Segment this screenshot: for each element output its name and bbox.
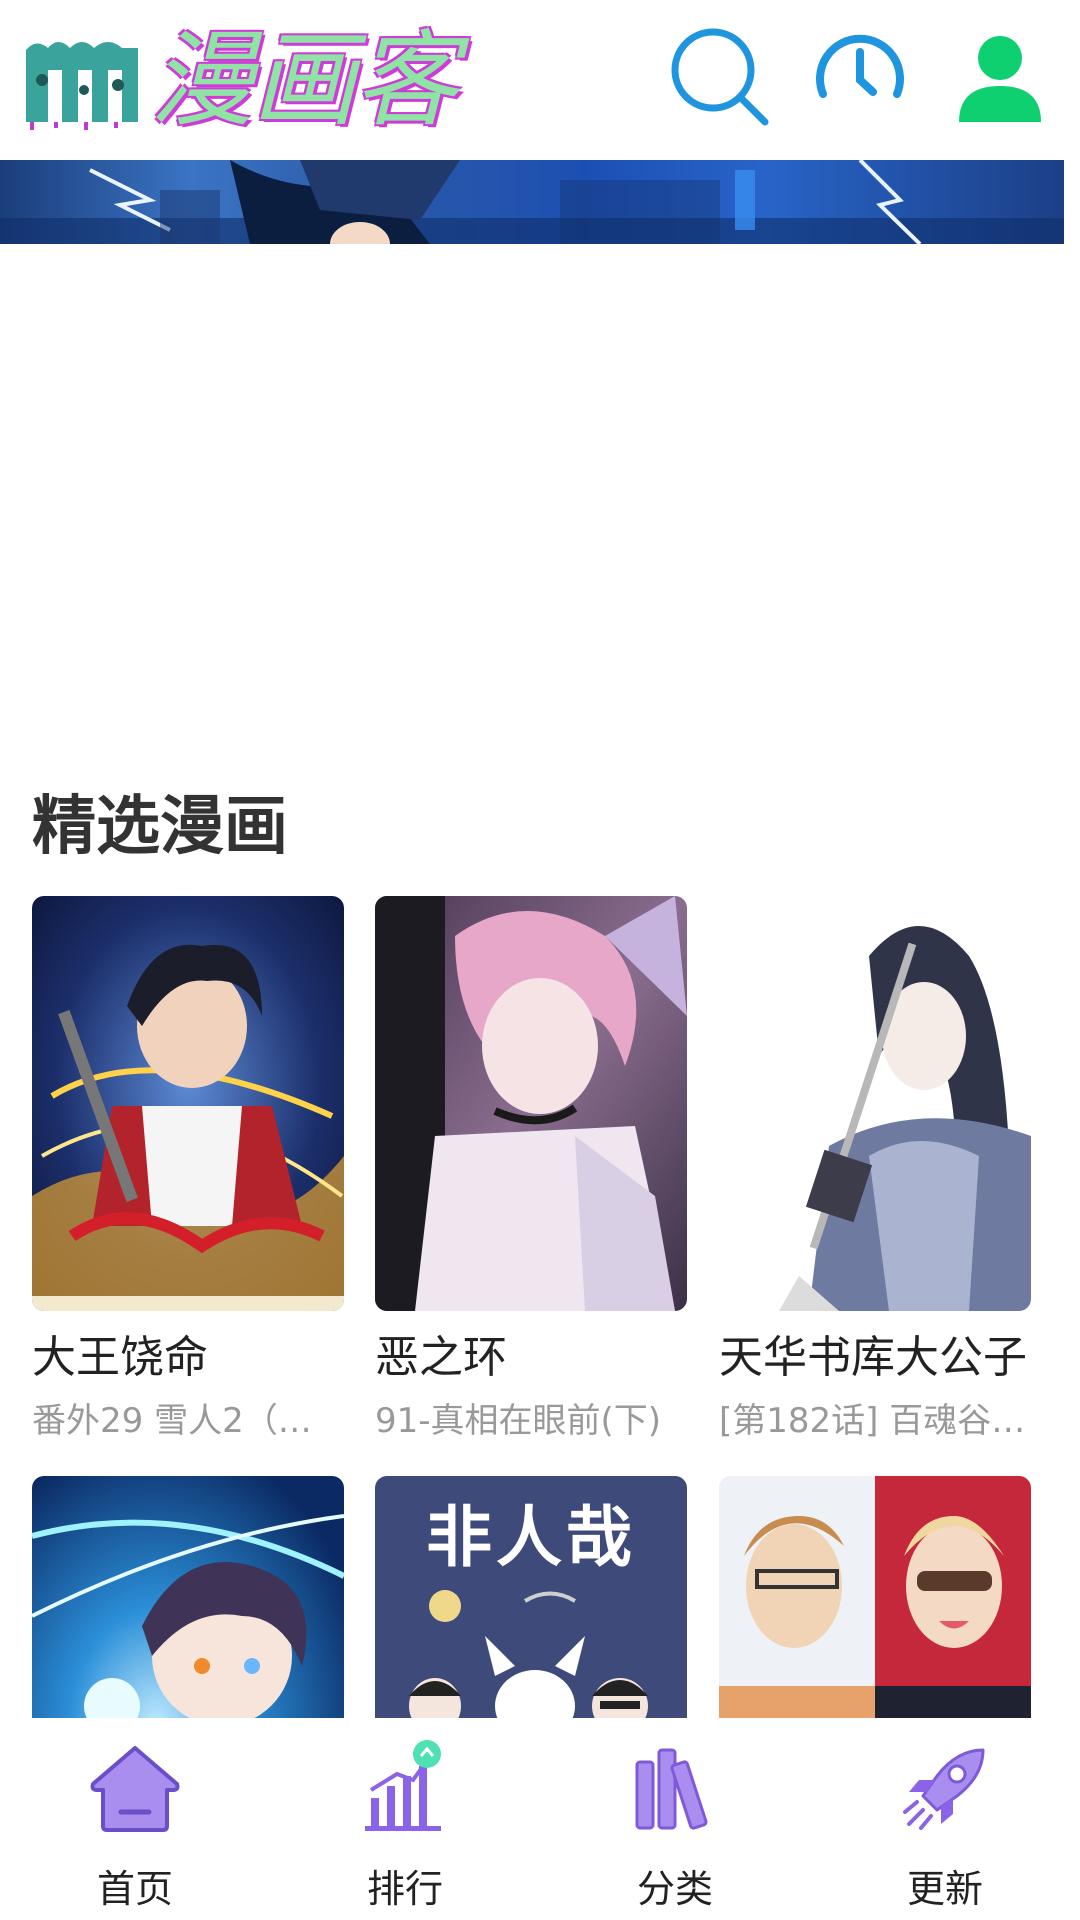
logo-text: 漫画客 (150, 19, 458, 141)
bottom-navigation: 首页 排行 分类 更新 (0, 1718, 1080, 1920)
rocket-icon (903, 1748, 985, 1830)
comic-latest-chapter: 91-真相在眼前(下) (375, 1401, 662, 1441)
comic-title[interactable]: 天华书库大公子 (719, 1321, 1031, 1385)
nav-updates[interactable]: 更新 (810, 1718, 1080, 1920)
books-icon (635, 1748, 708, 1830)
nav-category[interactable]: 分类 (540, 1718, 810, 1920)
comic-cover[interactable] (719, 896, 1031, 1311)
logo-m-icon (22, 30, 142, 130)
comic-cover[interactable] (375, 896, 687, 1311)
nav-updates-label: 更新 (906, 1867, 983, 1911)
comic-cover[interactable] (32, 896, 344, 1311)
comic-latest-chapter: [第182话] 百魂谷… (719, 1401, 1026, 1441)
home-icon (90, 1746, 180, 1832)
comic-card[interactable]: 大王饶命 番外29 雪人2（完… (32, 896, 344, 1442)
nav-home[interactable]: 首页 (0, 1718, 270, 1920)
comic-latest-chapter: 番外29 雪人2（完… (32, 1401, 344, 1441)
ranking-icon (365, 1740, 441, 1831)
comic-title[interactable]: 大王饶命 (32, 1321, 344, 1385)
nav-home-label: 首页 (96, 1867, 173, 1911)
top-app-bar: 漫画客 (0, 0, 1080, 160)
comic-card[interactable]: 天华书库大公子 [第182话] 百魂谷… (719, 896, 1031, 1442)
nav-category-label: 分类 (636, 1867, 713, 1911)
search-icon[interactable] (665, 22, 775, 132)
comic-card[interactable]: 恶之环 91-真相在眼前(下) (375, 896, 687, 1442)
nav-ranking[interactable]: 排行 (270, 1718, 540, 1920)
comic-title[interactable]: 恶之环 (375, 1321, 687, 1385)
nav-ranking-label: 排行 (366, 1867, 443, 1911)
user-profile-icon[interactable] (945, 22, 1055, 132)
history-icon[interactable] (805, 22, 915, 132)
app-logo[interactable]: 漫画客 (22, 10, 458, 150)
section-title: 精选漫画 (32, 790, 288, 864)
top-banner[interactable] (0, 160, 1064, 244)
